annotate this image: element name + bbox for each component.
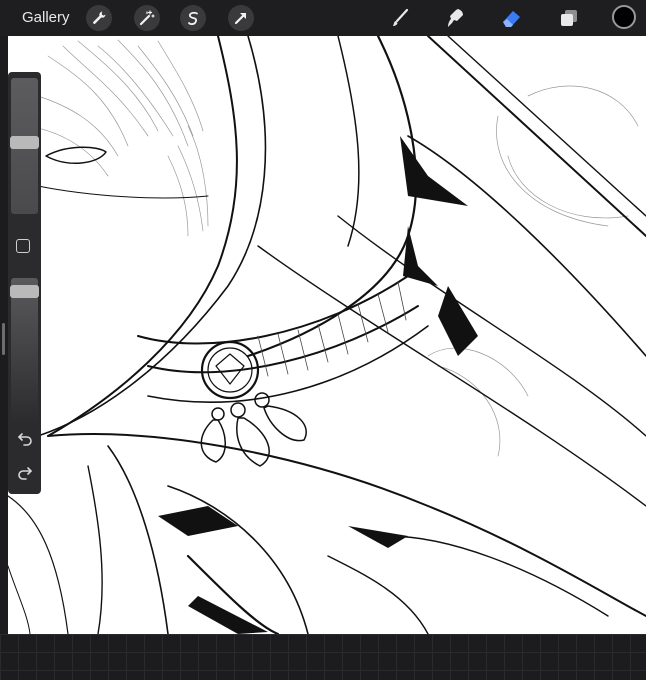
brush-icon — [393, 8, 409, 26]
transform-button[interactable] — [228, 5, 254, 31]
wrench-icon — [93, 11, 106, 24]
redo-icon — [18, 467, 33, 480]
bottom-grid-area — [0, 634, 646, 680]
modify-button[interactable] — [16, 239, 30, 253]
gallery-button[interactable]: Gallery — [22, 9, 70, 26]
selection-button[interactable] — [180, 5, 206, 31]
transform-arrow-icon — [234, 13, 246, 25]
brush-size-thumb[interactable] — [10, 135, 39, 149]
undo-button[interactable] — [14, 429, 36, 449]
lineart-artwork — [8, 36, 646, 634]
magic-wand-icon — [139, 10, 155, 26]
adjustments-button[interactable] — [134, 5, 160, 31]
sidebar-drag-handle[interactable] — [2, 323, 5, 355]
redo-button[interactable] — [14, 463, 36, 483]
brush-tool[interactable] — [386, 5, 414, 31]
brush-opacity-slider[interactable] — [11, 278, 38, 424]
layers-icon — [561, 10, 577, 26]
undo-icon — [17, 433, 32, 446]
smudge-tool[interactable] — [441, 5, 469, 31]
smudge-icon — [448, 9, 463, 27]
layers-tool[interactable] — [555, 5, 583, 31]
color-swatch[interactable] — [612, 5, 636, 29]
selection-icon — [188, 11, 198, 25]
eraser-tool[interactable] — [498, 5, 526, 31]
actions-button[interactable] — [86, 5, 112, 31]
brush-opacity-thumb[interactable] — [10, 284, 39, 298]
brush-sidebar — [8, 72, 41, 494]
eraser-icon — [503, 11, 520, 27]
top-toolbar: Gallery — [0, 0, 646, 36]
drawing-canvas[interactable] — [8, 36, 646, 634]
